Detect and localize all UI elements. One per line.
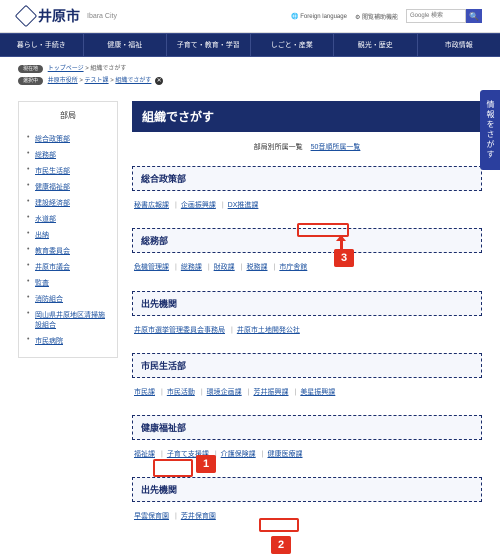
gnav-item[interactable]: 市政情報 [418,34,500,56]
gnav-item[interactable]: 観光・歴史 [334,34,418,56]
department-section: 出先機関井原市選挙管理委員会事務局|井原市土地開発公社 [132,291,482,337]
site-logo[interactable]: 井原市 Ibara City [18,6,117,26]
sidebar-item: 出納 [27,227,109,243]
department-link[interactable]: 井原市土地開発公社 [237,327,300,334]
department-link[interactable]: 早雲保育園 [134,513,169,520]
sidebar: 部局 総合政策部総務部市民生活部健康福祉部建設経済部水道部出納教育委員会井原市議… [18,101,118,540]
department-link[interactable]: 健康医療課 [267,451,302,458]
annotation-number-3: 3 [334,249,354,267]
department-link[interactable]: 企画振興課 [181,202,216,209]
department-links: 危機管理課|総務課|財政課|税務課|市庁舎館 [132,261,482,274]
department-title: 出先機関 [132,477,482,502]
sidebar-link[interactable]: 建設経済部 [35,200,70,207]
sidebar-link[interactable]: 健康福祉部 [35,184,70,191]
department-links: 市民課|市民活動|環境企画課|芳井振興課|美星振興課 [132,386,482,399]
sidebar-item: 消防組合 [27,291,109,307]
breadcrumb-leaf: 組織でさがす [90,66,126,72]
department-section: 健康福祉部福祉課|子育て支援課|介護保険課|健康医療課 [132,415,482,461]
department-link[interactable]: 危機管理課 [134,264,169,271]
sidebar-link[interactable]: 監査 [35,280,49,287]
gnav-item[interactable]: 子育て・教育・学習 [167,34,251,56]
sidebar-title: 部局 [27,110,109,127]
breadcrumb-tag: 選択中 [18,77,43,85]
subline-link[interactable]: 50音順所属一覧 [311,144,361,151]
department-link[interactable]: DX推進課 [228,202,259,209]
logo-icon [15,5,38,28]
sidebar-link[interactable]: 岡山県井原地区清掃施設組合 [35,312,105,329]
department-link[interactable]: 市庁舎館 [279,264,307,271]
breadcrumb-tag: 現在地 [18,65,43,73]
sidebar-item: 監査 [27,275,109,291]
breadcrumb-home[interactable]: トップページ [48,66,84,72]
annotation-box-1 [153,459,193,477]
sidebar-item: 市民生活部 [27,163,109,179]
subline-text: 部局別所属一覧 [254,144,303,151]
department-links: 早雲保育園|芳井保育園 [132,510,482,523]
department-link[interactable]: 市民課 [134,389,155,396]
department-links: 井原市選挙管理委員会事務局|井原市土地開発公社 [132,324,482,337]
city-name: 井原市 [38,6,80,26]
department-title: 総合政策部 [132,166,482,191]
department-links: 秘書広報課|企画振興課|DX推進課 [132,199,482,212]
search-input[interactable] [406,9,466,23]
search-box: 🔍 [406,9,482,23]
department-link[interactable]: 環境企画課 [207,389,242,396]
sidebar-item: 建設経済部 [27,195,109,211]
department-link[interactable]: 市民活動 [167,389,195,396]
sidebar-item: 総合政策部 [27,131,109,147]
foreign-language-link[interactable]: 🌐 Foreign language [291,13,347,20]
browse-aid-link[interactable]: ⚙ 閲覧補助機能 [355,12,398,21]
sidebar-list: 総合政策部総務部市民生活部健康福祉部建設経済部水道部出納教育委員会井原市議会監査… [27,131,109,349]
department-title: 出先機関 [132,291,482,316]
sidebar-link[interactable]: 水道部 [35,216,56,223]
annotation-number-1: 1 [196,455,216,473]
department-title: 健康福祉部 [132,415,482,440]
info-search-tab[interactable]: 情報をさがす [480,90,500,170]
search-button[interactable]: 🔍 [466,9,482,23]
department-link[interactable]: 美星振興課 [300,389,335,396]
department-link[interactable]: 秘書広報課 [134,202,169,209]
arrow-up-icon [336,235,346,241]
department-link[interactable]: 芳井振興課 [253,389,288,396]
sidebar-link[interactable]: 総合政策部 [35,136,70,143]
department-link[interactable]: 介護保険課 [221,451,256,458]
close-icon[interactable]: ✕ [155,77,163,85]
page-title: 組織でさがす [132,101,482,132]
annotation-number-2: 2 [271,536,291,554]
sidebar-item: 健康福祉部 [27,179,109,195]
gnav-item[interactable]: 健康・福祉 [84,34,168,56]
department-title: 市民生活部 [132,353,482,378]
department-link[interactable]: 総務課 [181,264,202,271]
department-link[interactable]: 財政課 [214,264,235,271]
breadcrumb-link[interactable]: 井原市役所 [48,78,78,84]
breadcrumb: 現在地 トップページ > 組織でさがす 選択中 井原市役所 > テスト課 > 組… [0,57,500,91]
sidebar-link[interactable]: 消防組合 [35,296,63,303]
sidebar-item: 岡山県井原地区清掃施設組合 [27,307,109,333]
sidebar-link[interactable]: 総務部 [35,152,56,159]
breadcrumb-link[interactable]: 組織でさがす [115,78,151,84]
gnav-item[interactable]: 暮らし・手続き [0,34,84,56]
sidebar-link[interactable]: 出納 [35,232,49,239]
breadcrumb-link[interactable]: テスト課 [85,78,109,84]
sidebar-item: 井原市議会 [27,259,109,275]
gnav-item[interactable]: しごと・産業 [251,34,335,56]
department-link[interactable]: 芳井保育園 [181,513,216,520]
department-section: 総合政策部秘書広報課|企画振興課|DX推進課 [132,166,482,212]
global-nav: 暮らし・手続き健康・福祉子育て・教育・学習しごと・産業観光・歴史市政情報 [0,33,500,57]
sidebar-link[interactable]: 井原市議会 [35,264,70,271]
sidebar-item: 市民病院 [27,333,109,349]
sidebar-link[interactable]: 市民生活部 [35,168,70,175]
sidebar-link[interactable]: 教育委員会 [35,248,70,255]
department-section: 出先機関早雲保育園|芳井保育園 [132,477,482,523]
sidebar-item: 水道部 [27,211,109,227]
department-link[interactable]: 福祉課 [134,451,155,458]
department-link[interactable]: 税務課 [246,264,267,271]
sidebar-item: 教育委員会 [27,243,109,259]
sidebar-link[interactable]: 市民病院 [35,338,63,345]
department-section: 市民生活部市民課|市民活動|環境企画課|芳井振興課|美星振興課 [132,353,482,399]
city-name-en: Ibara City [87,13,117,20]
annotation-box-2 [259,518,299,532]
sidebar-item: 総務部 [27,147,109,163]
department-link[interactable]: 井原市選挙管理委員会事務局 [134,327,225,334]
